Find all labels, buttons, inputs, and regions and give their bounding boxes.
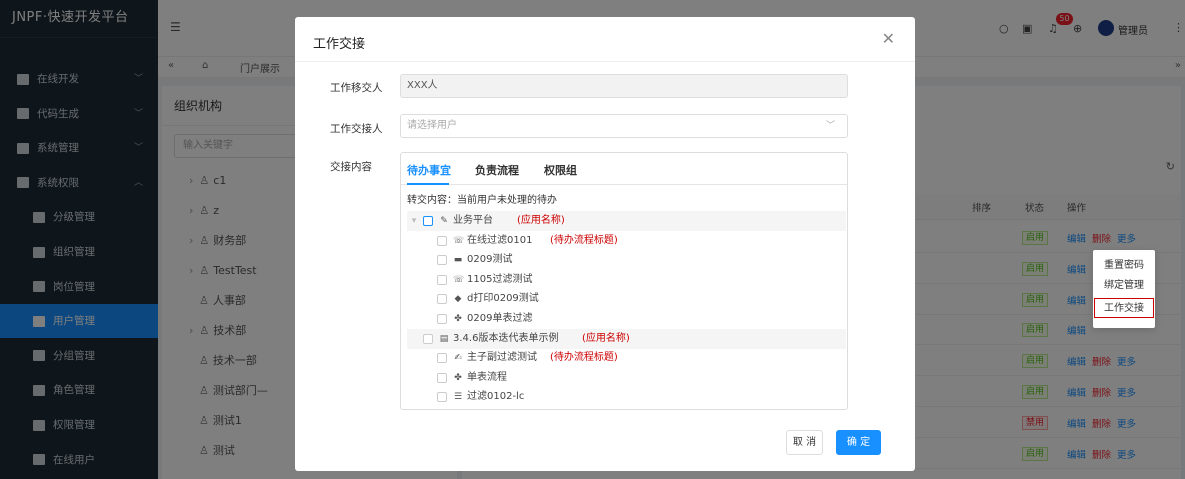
checkbox[interactable] [437, 294, 447, 305]
tree-item-label: 0209测试 [467, 254, 513, 266]
grid-icon: ✤ [454, 372, 462, 383]
cancel-button[interactable]: 取 消 [786, 430, 823, 455]
tree-item-label: 单表流程 [467, 371, 507, 383]
handover-tree-item[interactable]: ▤ 3.4.6版本迭代表单示例 (应用名称) [407, 328, 846, 349]
close-icon[interactable]: ✕ [882, 29, 895, 48]
menu-bind-management[interactable]: 绑定管理 [1093, 276, 1155, 296]
checkbox[interactable] [437, 235, 447, 246]
phone-icon: ☏ [453, 235, 465, 246]
dialog-title: 工作交接 [313, 37, 366, 52]
form-icon: ▤ [439, 333, 449, 344]
grid-icon: ✤ [454, 314, 462, 324]
handover-tree-item[interactable]: ▬ 0209测试 [407, 250, 846, 270]
from-label: 工作移交人 [330, 82, 383, 94]
pen-icon: ✎ [440, 216, 448, 226]
tree-item-label: 1105过滤测试 [467, 273, 533, 285]
to-user-select[interactable]: 请选择用户 ﹀ [400, 114, 848, 138]
handover-tabs: 待办事宜 负责流程 权限组 [401, 153, 847, 185]
menu-work-handover[interactable]: 工作交接 [1094, 298, 1154, 318]
checkbox[interactable] [437, 274, 447, 285]
checkbox[interactable] [437, 314, 447, 324]
annotation-label: (应用名称) [582, 332, 630, 344]
tree-item-label: d打印0209测试 [467, 293, 539, 305]
active-tab-indicator [407, 183, 449, 185]
tree-item-label: 过滤0102-lc [467, 391, 525, 403]
to-user-placeholder: 请选择用户 [407, 120, 457, 131]
annotation-label: (待办流程标题) [550, 352, 618, 364]
annotation-label: (待办流程标题) [550, 234, 618, 246]
chevron-down-icon: ﹀ [825, 121, 835, 131]
tree-item-label: 业务平台 [453, 215, 493, 226]
edit-icon: ✍ [454, 353, 462, 364]
message-icon: ▬ [453, 255, 463, 266]
tree-item-label: 在线过滤0101 [467, 234, 533, 246]
list-icon: ☰ [453, 392, 463, 403]
tab-todo[interactable]: 待办事宜 [407, 162, 451, 178]
handover-tree-item[interactable]: ☏ 1105过滤测试 [407, 270, 846, 290]
handover-tree-item[interactable]: ☰ 过滤0102-lc [407, 387, 846, 407]
handover-tree-item[interactable]: ☏ 在线过滤0101 (待办流程标题) [407, 231, 846, 251]
handover-tree-item[interactable]: ✤ 0209单表过滤 [407, 309, 846, 329]
tab-permission-group[interactable]: 权限组 [544, 162, 577, 178]
menu-reset-password[interactable]: 重置密码 [1093, 256, 1155, 276]
handover-tree-item[interactable]: ✤ 单表流程 [407, 368, 846, 388]
tag-icon: ◆ [454, 294, 462, 305]
confirm-button[interactable]: 确 定 [836, 430, 881, 455]
more-dropdown-menu: 重置密码 绑定管理 工作交接 [1093, 250, 1155, 328]
handover-tree-item[interactable]: ▾ ✎ 业务平台 (应用名称) [407, 211, 846, 231]
handover-description: 转交内容：当前用户未处理的待办 [407, 195, 557, 206]
checkbox[interactable] [423, 333, 433, 344]
handover-tree-item[interactable]: ✍ 主子副过滤测试 (待办流程标题) [407, 348, 846, 368]
checkbox[interactable] [437, 353, 447, 364]
handover-tree-item[interactable]: ◆ d打印0209测试 [407, 289, 846, 309]
checkbox[interactable] [423, 216, 433, 226]
phone-icon: ☏ [453, 274, 465, 285]
checkbox[interactable] [437, 392, 447, 403]
checkbox[interactable] [437, 255, 447, 266]
content-label: 交接内容 [330, 161, 372, 173]
tree-item-label: 3.4.6版本迭代表单示例 [453, 332, 559, 344]
caret-down-icon[interactable]: ▾ [409, 216, 419, 226]
handover-content-box: 待办事宜 负责流程 权限组 转交内容：当前用户未处理的待办 ▾ ✎ 业务平台 (应用名… [400, 152, 848, 410]
tab-responsible-flow[interactable]: 负责流程 [475, 162, 519, 178]
tree-item-label: 主子副过滤测试 [467, 352, 537, 364]
tree-item-label: 0209单表过滤 [467, 313, 533, 324]
annotation-label: (应用名称) [517, 215, 565, 226]
from-user-field: XXX人 [400, 74, 848, 98]
to-label: 工作交接人 [330, 123, 383, 135]
checkbox[interactable] [437, 372, 447, 383]
dialog-divider [295, 61, 915, 62]
work-handover-dialog: 工作交接 ✕ 工作移交人 XXX人 工作交接人 请选择用户 ﹀ 交接内容 待办事… [295, 17, 915, 471]
